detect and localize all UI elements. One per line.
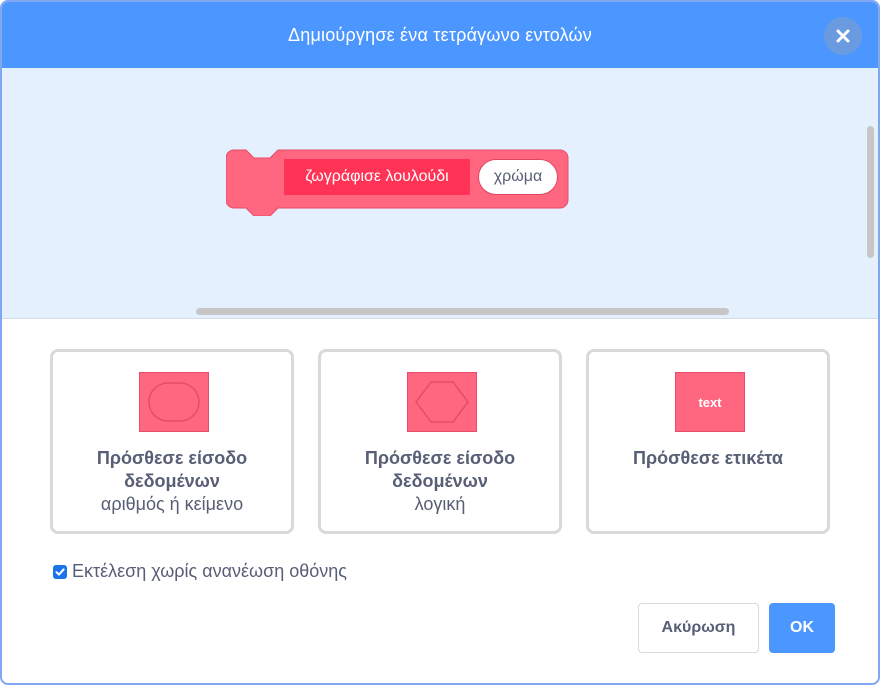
add-number-text-input-button[interactable]: Πρόσθεσε είσοδο δεδομένων αριθμός ή κείμ…: [50, 349, 294, 534]
label-icon-text: text: [698, 394, 722, 410]
run-without-refresh-checkbox[interactable]: [53, 564, 67, 579]
close-icon: [824, 17, 862, 55]
option-title: Πρόσθεσε ετικέτα: [633, 448, 783, 468]
option-subtitle: αριθμός ή κείμενο: [100, 494, 244, 514]
cancel-button[interactable]: Ακύρωση: [638, 603, 759, 653]
dialog-title: Δημιούργησε ένα τετράγωνο εντολών: [288, 24, 592, 45]
block-name-field[interactable]: ζωγράφισε λουλούδι: [284, 159, 470, 195]
option-title: Πρόσθεσε είσοδο δεδομένων: [364, 448, 516, 491]
checkmark-icon: [55, 567, 65, 576]
run-without-refresh-option[interactable]: Εκτέλεση χωρίς ανανέωση οθόνης: [53, 561, 347, 582]
run-without-refresh-label: Εκτέλεση χωρίς ανανέωση οθόνης: [72, 561, 347, 581]
add-boolean-input-button[interactable]: Πρόσθεσε είσοδο δεδομένων λογική: [318, 349, 562, 534]
block-argument-field[interactable]: χρώμα: [478, 159, 558, 195]
vertical-scrollbar[interactable]: [867, 126, 874, 258]
label-text-icon: text: [675, 372, 745, 432]
round-input-icon: [139, 372, 209, 432]
close-button[interactable]: [824, 17, 862, 55]
make-block-dialog: Δημιούργησε ένα τετράγωνο εντολών ζωγράφ…: [0, 0, 880, 685]
option-title: Πρόσθεσε είσοδο δεδομένων: [96, 448, 248, 491]
boolean-input-icon: [407, 372, 477, 432]
option-subtitle: λογική: [414, 494, 466, 514]
ok-button[interactable]: OK: [769, 603, 835, 653]
dialog-header: Δημιούργησε ένα τετράγωνο εντολών: [2, 2, 878, 68]
horizontal-scrollbar[interactable]: [196, 308, 729, 315]
add-label-button[interactable]: text Πρόσθεσε ετικέτα: [586, 349, 830, 534]
